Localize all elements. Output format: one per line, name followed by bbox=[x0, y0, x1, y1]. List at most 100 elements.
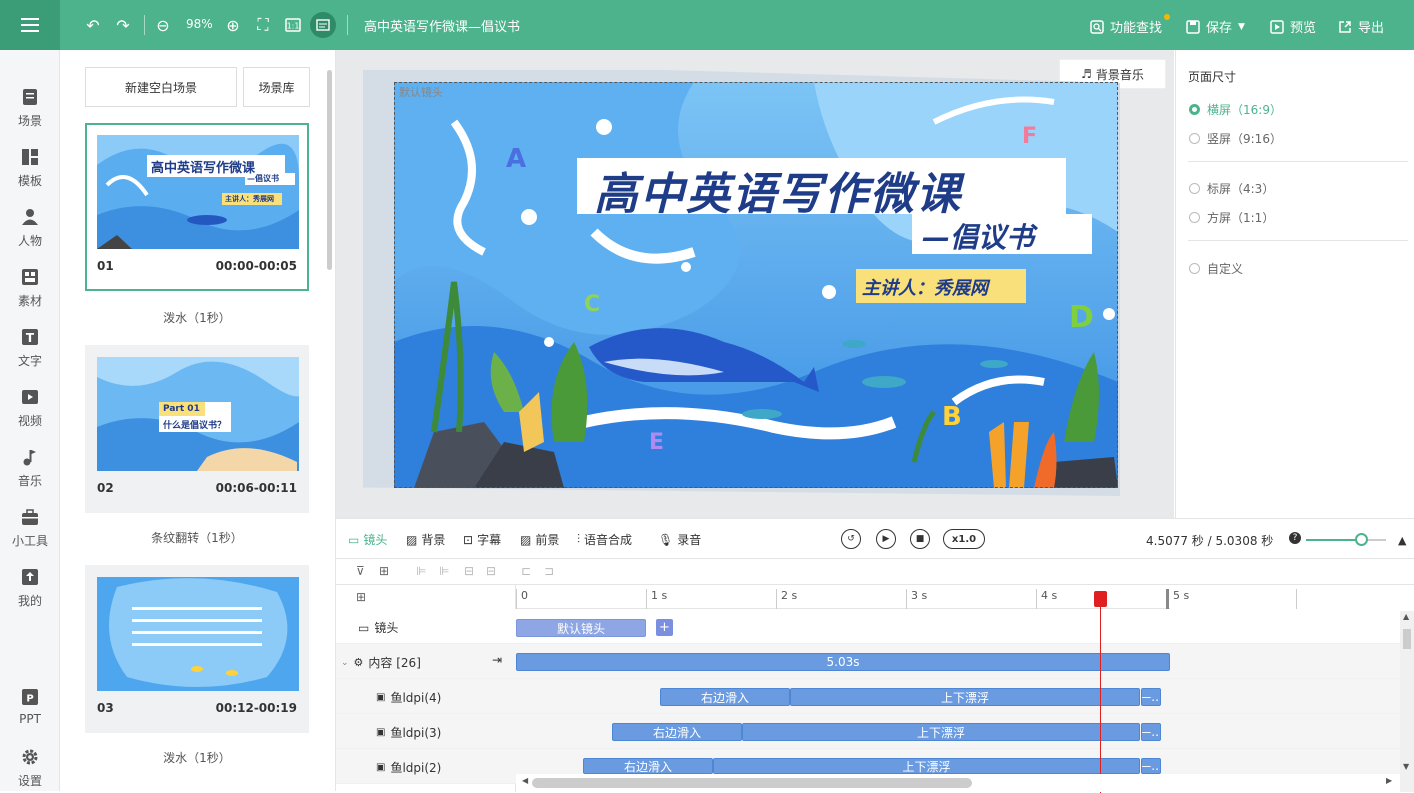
radio-icon bbox=[1189, 183, 1200, 194]
clip-slide-in[interactable]: 右边滑入 bbox=[612, 723, 742, 741]
scene-list-scrollbar[interactable] bbox=[327, 70, 332, 270]
template-icon bbox=[22, 149, 38, 165]
tab-lens[interactable]: ▭ 镜头 bbox=[348, 531, 387, 548]
ruler-tick: 4 s bbox=[1036, 589, 1057, 609]
undo-icon[interactable]: ↶ bbox=[82, 14, 104, 36]
distribute-alt-icon[interactable]: ⊟ bbox=[486, 564, 496, 578]
menu-button[interactable] bbox=[0, 0, 60, 50]
new-blank-scene-button[interactable]: 新建空白场景 bbox=[85, 67, 237, 107]
tab-subtitle[interactable]: ⊡ 字幕 bbox=[463, 531, 501, 548]
export-label: 导出 bbox=[1358, 21, 1385, 36]
vertical-scrollbar[interactable] bbox=[1403, 629, 1411, 649]
scene-transition[interactable]: 泼水（1秒） bbox=[85, 309, 309, 326]
scene-card-1[interactable]: 高中英语写作微课 —倡议书 主讲人：秀展网 01 00:00-00:05 bbox=[85, 123, 309, 291]
scene-card-2[interactable]: Part 01 什么是倡议书？ 02 00:06-00:11 bbox=[85, 345, 309, 513]
export-button[interactable]: 导出 bbox=[1338, 17, 1384, 36]
clip-more[interactable]: —... bbox=[1141, 688, 1161, 706]
distribute-icon[interactable]: ⊟ bbox=[464, 564, 474, 578]
tab-foreground[interactable]: ▨ 前景 bbox=[520, 531, 559, 548]
stop-button[interactable]: ■ bbox=[910, 529, 930, 549]
clip-float[interactable]: 上下漂浮 bbox=[790, 688, 1140, 706]
scroll-down-icon[interactable]: ▼ bbox=[1403, 762, 1409, 771]
nav-item-ppt[interactable]: P PPT bbox=[0, 680, 60, 730]
document-title[interactable]: 高中英语写作微课—倡议书 bbox=[364, 16, 520, 35]
actual-size-icon[interactable]: 1:1 bbox=[282, 14, 304, 36]
tab-tts[interactable]: ⫶ 语音合成 bbox=[577, 531, 632, 548]
clip-more[interactable]: —... bbox=[1141, 723, 1161, 741]
timeline-zoom-slider[interactable] bbox=[1306, 539, 1386, 541]
find-feature-label: 功能查找 bbox=[1110, 21, 1163, 36]
page-size-square[interactable]: 方屏（1:1） bbox=[1189, 209, 1274, 226]
scene-transition[interactable]: 条纹翻转（1秒） bbox=[85, 529, 309, 546]
scene-card-3[interactable]: 03 00:12-00:19 bbox=[85, 565, 309, 733]
nav-item-tools[interactable]: 小工具 bbox=[0, 500, 60, 550]
clip-more[interactable]: —... bbox=[1141, 758, 1161, 774]
scene-time: 00:12-00:19 bbox=[215, 701, 297, 715]
align-right-icon[interactable]: ⊫ bbox=[439, 564, 449, 578]
page-size-standard[interactable]: 标屏（4:3） bbox=[1189, 180, 1274, 197]
zoom-slider-handle[interactable] bbox=[1355, 533, 1368, 546]
filter-icon[interactable]: ⊽ bbox=[356, 564, 365, 578]
track-label[interactable]: ▣ 鱼ldpi(3) bbox=[376, 724, 441, 741]
subtitle-icon: ⊡ bbox=[463, 532, 474, 547]
nav-item-character[interactable]: 人物 bbox=[0, 200, 60, 250]
subtitle-toggle-icon[interactable] bbox=[310, 12, 336, 38]
playhead[interactable] bbox=[1100, 603, 1101, 793]
play-button[interactable]: ▶ bbox=[876, 529, 896, 549]
scene-transition[interactable]: 泼水（1秒） bbox=[85, 749, 309, 766]
zoom-in-icon[interactable]: ⊕ bbox=[222, 14, 244, 36]
zoom-out-icon[interactable]: ⊖ bbox=[152, 14, 174, 36]
time-ruler[interactable]: 0 1 s 2 s 3 s 4 s 5 s 5 s bbox=[516, 585, 1414, 609]
clip-default-lens[interactable]: 默认镜头 bbox=[516, 619, 646, 637]
ruler-tick: 2 s bbox=[776, 589, 797, 609]
preview-button[interactable]: 预览 bbox=[1270, 17, 1316, 36]
track-label[interactable]: ▣ 鱼ldpi(2) bbox=[376, 759, 441, 776]
grid-icon[interactable]: ⊞ bbox=[356, 590, 366, 604]
track-label[interactable]: ▭ 镜头 bbox=[358, 619, 398, 636]
clip-float[interactable]: 上下漂浮 bbox=[742, 723, 1140, 741]
exit-group-icon[interactable]: ⇥ bbox=[492, 653, 502, 667]
clip-slide-in[interactable]: 右边滑入 bbox=[660, 688, 790, 706]
nav-item-settings[interactable]: 设置 bbox=[0, 740, 60, 790]
align-icon[interactable]: ⊞ bbox=[379, 564, 389, 578]
stop-icon: ■ bbox=[915, 534, 925, 544]
zoom-large-icon[interactable]: ▲ bbox=[1398, 534, 1406, 547]
zoom-level: 98% bbox=[186, 17, 213, 31]
track-label[interactable]: ▣ 鱼ldpi(4) bbox=[376, 689, 441, 706]
find-feature-button[interactable]: 功能查找 bbox=[1090, 17, 1162, 36]
tab-background[interactable]: ▨ 背景 bbox=[406, 531, 445, 548]
page-size-portrait[interactable]: 竖屏（9:16） bbox=[1189, 130, 1282, 147]
nav-item-material[interactable]: 素材 bbox=[0, 260, 60, 310]
page-size-landscape[interactable]: 横屏（16:9） bbox=[1189, 101, 1282, 118]
nav-item-video[interactable]: 视频 bbox=[0, 380, 60, 430]
horizontal-scrollbar[interactable] bbox=[532, 778, 972, 788]
unstack-icon[interactable]: ⊐ bbox=[544, 564, 554, 578]
scroll-right-icon[interactable]: ▶ bbox=[1386, 776, 1392, 785]
mountain-small-icon bbox=[1288, 533, 1298, 543]
nav-item-text[interactable]: T 文字 bbox=[0, 320, 60, 370]
speed-button[interactable]: x1.0 bbox=[943, 529, 985, 549]
tab-record[interactable]: 🎙 录音 bbox=[658, 531, 701, 548]
scroll-up-icon[interactable]: ▲ bbox=[1403, 612, 1409, 621]
scroll-left-icon[interactable]: ◀ bbox=[522, 776, 528, 785]
redo-icon[interactable]: ↷ bbox=[112, 14, 134, 36]
scene-library-button[interactable]: 场景库 bbox=[243, 67, 310, 107]
fullscreen-icon[interactable]: ⛶ bbox=[252, 14, 274, 36]
scene-thumbnail: 高中英语写作微课 —倡议书 主讲人：秀展网 bbox=[97, 135, 299, 249]
save-button[interactable]: 保存 ▼ bbox=[1186, 17, 1245, 36]
add-lens-button[interactable]: + bbox=[656, 619, 673, 636]
nav-item-mine[interactable]: 我的 bbox=[0, 560, 60, 610]
stack-icon[interactable]: ⊏ bbox=[521, 564, 531, 578]
track-label[interactable]: ⌄ ⚙ 内容 [26] bbox=[341, 654, 421, 671]
default-lens-frame[interactable] bbox=[394, 82, 1118, 488]
nav-item-scene[interactable]: 场景 bbox=[0, 80, 60, 130]
chevron-down-icon[interactable]: ⌄ bbox=[341, 658, 349, 668]
page-size-custom[interactable]: 自定义 bbox=[1189, 260, 1243, 277]
rewind-button[interactable]: ↺ bbox=[841, 529, 861, 549]
clip-float[interactable]: 上下漂浮 bbox=[713, 758, 1140, 774]
clip-slide-in[interactable]: 右边滑入 bbox=[583, 758, 713, 774]
nav-item-music[interactable]: 音乐 bbox=[0, 440, 60, 490]
align-left-icon[interactable]: ⊫ bbox=[416, 564, 426, 578]
nav-item-template[interactable]: 模板 bbox=[0, 140, 60, 190]
clip-content[interactable]: 5.03s bbox=[516, 653, 1170, 671]
